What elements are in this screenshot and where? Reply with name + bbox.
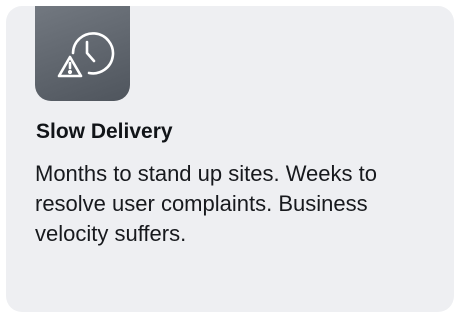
feature-card: Slow Delivery Months to stand up sites. … xyxy=(6,6,454,312)
card-title: Slow Delivery xyxy=(36,120,173,143)
clock-warning-icon xyxy=(51,22,115,86)
card-description: Months to stand up sites. Weeks to resol… xyxy=(35,161,377,246)
icon-tile xyxy=(35,6,130,101)
